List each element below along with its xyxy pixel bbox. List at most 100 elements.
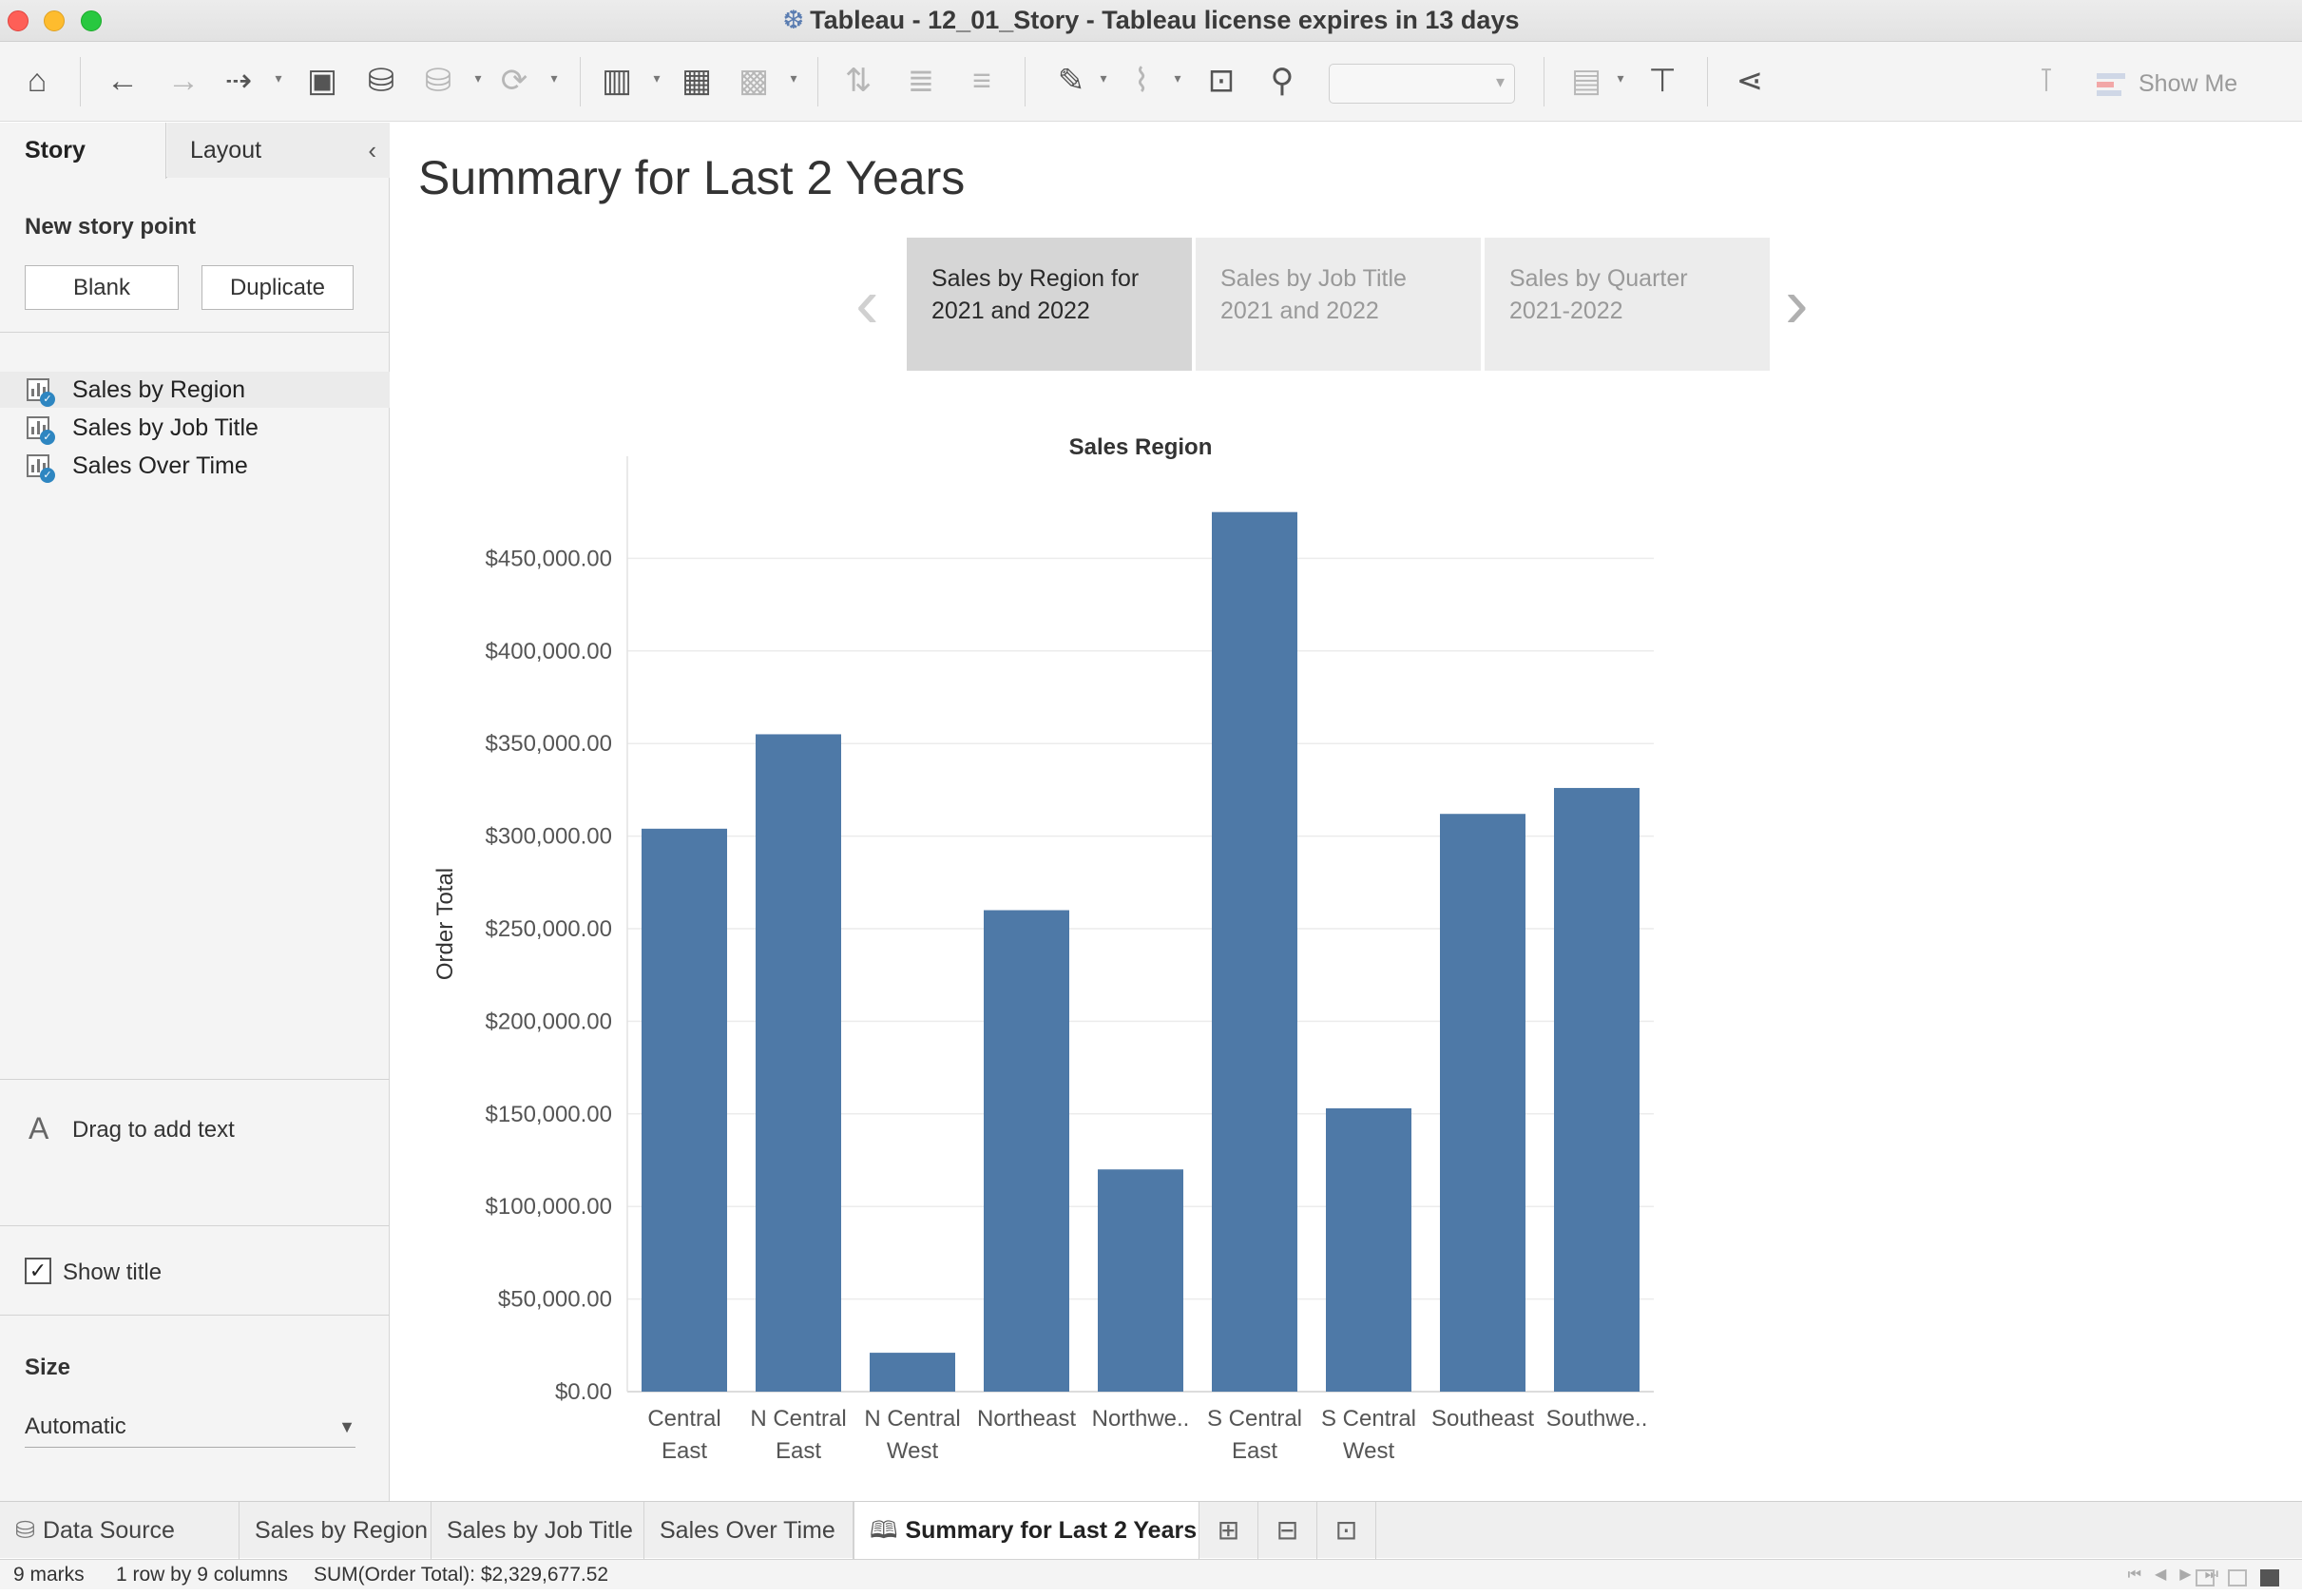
sheet-item-label: Sales by Region bbox=[72, 376, 246, 403]
y-tick-label: $300,000.00 bbox=[486, 824, 612, 850]
show-title-checkbox[interactable]: ✓ bbox=[25, 1258, 51, 1284]
bar[interactable] bbox=[1212, 511, 1297, 1392]
sheet-item-sales-by-job-title[interactable]: ✓ Sales by Job Title bbox=[0, 410, 390, 446]
pause-datasource-icon[interactable]: ⛁ bbox=[416, 59, 460, 103]
x-tick-label: Northeast bbox=[977, 1406, 1076, 1432]
bar[interactable] bbox=[1326, 1107, 1411, 1392]
fix-axes-icon[interactable]: ⚲ bbox=[1260, 59, 1304, 103]
show-me-button[interactable]: Show Me bbox=[2097, 63, 2237, 105]
status-bar: 9 marks 1 row by 9 columns SUM(Order Tot… bbox=[0, 1559, 2302, 1589]
story-point-caption: Sales by Region for bbox=[931, 265, 1140, 292]
redo-icon[interactable]: ⇢ bbox=[217, 59, 260, 103]
group-icon[interactable]: ⌇ bbox=[1120, 59, 1163, 103]
sort-descending-icon[interactable]: ≡ bbox=[960, 59, 1004, 103]
blank-button[interactable]: Blank bbox=[25, 265, 179, 310]
chevron-down-icon[interactable]: ▾ bbox=[1097, 70, 1110, 87]
story-pane: Story Layout ‹ New story point Blank Dup… bbox=[0, 123, 390, 1501]
duplicate-sheet-icon[interactable]: ▦ bbox=[675, 59, 719, 103]
clear-sheet-icon[interactable]: ▩ bbox=[732, 59, 776, 103]
chevron-down-icon[interactable]: ▾ bbox=[787, 70, 800, 87]
sheet-chart-icon: ✓ bbox=[27, 454, 55, 483]
sheet-item-sales-by-region[interactable]: ✓ Sales by Region bbox=[0, 372, 390, 408]
home-icon[interactable]: ⌂ bbox=[15, 59, 59, 103]
data-source-tab[interactable]: ⛁ Data Source bbox=[0, 1502, 240, 1559]
collapse-pane-icon[interactable]: ‹ bbox=[368, 123, 376, 178]
new-worksheet-icon[interactable]: ⊞ bbox=[1199, 1502, 1258, 1559]
save-icon[interactable]: ▣ bbox=[300, 59, 344, 103]
y-tick-label: $400,000.00 bbox=[486, 639, 612, 664]
chevron-down-icon[interactable]: ▾ bbox=[1171, 70, 1184, 87]
tab-layout[interactable]: Layout ‹ bbox=[167, 123, 390, 178]
tab-layout-label: Layout bbox=[190, 137, 262, 163]
fit-select[interactable] bbox=[1329, 64, 1515, 104]
story-book-icon: 🕮 bbox=[870, 1517, 898, 1544]
x-tick-label: N Central East bbox=[750, 1406, 846, 1464]
new-sheet-icon[interactable]: ▥ bbox=[595, 59, 639, 103]
show-title-label[interactable]: Show title bbox=[63, 1259, 162, 1286]
sheet-tab-sales-over-time[interactable]: Sales Over Time bbox=[644, 1502, 854, 1559]
sorter-icon[interactable] bbox=[2196, 1569, 2215, 1586]
drag-to-add-text[interactable]: Drag to add text bbox=[72, 1117, 235, 1144]
new-story-icon[interactable]: ⊡ bbox=[1317, 1502, 1376, 1559]
bar[interactable] bbox=[756, 734, 841, 1392]
swap-icon[interactable]: ⇅ bbox=[836, 59, 880, 103]
story-point-2[interactable]: Sales by Job Title 2021 and 2022 bbox=[1196, 238, 1481, 371]
chevron-down-icon[interactable]: ▾ bbox=[1614, 70, 1627, 87]
database-icon: ⛁ bbox=[15, 1517, 35, 1544]
chevron-down-icon[interactable]: ▾ bbox=[471, 70, 485, 87]
tabs-icon[interactable] bbox=[2260, 1569, 2279, 1586]
new-datasource-icon[interactable]: ⛁ bbox=[359, 59, 403, 103]
bar-chart-svg: Sales Region Order Total $0.00 $50,000.00… bbox=[432, 434, 1654, 1464]
y-tick-label: $100,000.00 bbox=[486, 1194, 612, 1220]
chart-title: Sales Region bbox=[1069, 434, 1213, 460]
x-tick-label: Northwe.. bbox=[1092, 1406, 1190, 1432]
rows-columns-count: 1 row by 9 columns bbox=[116, 1564, 288, 1586]
chevron-down-icon[interactable]: ▾ bbox=[547, 70, 561, 87]
x-tick-label: S Central East bbox=[1207, 1406, 1302, 1464]
chevron-down-icon[interactable]: ▾ bbox=[650, 70, 663, 87]
story-point-1[interactable]: Sales by Region for 2021 and 2022 bbox=[907, 238, 1192, 371]
presentation-icon[interactable]: ⊤ bbox=[1640, 59, 1684, 103]
text-object-icon[interactable]: A bbox=[29, 1111, 48, 1146]
y-tick-label: $0.00 bbox=[555, 1379, 612, 1405]
refresh-icon[interactable]: ⟳ bbox=[492, 59, 536, 103]
marks-count: 9 marks bbox=[13, 1564, 85, 1586]
sheet-item-label: Sales Over Time bbox=[72, 452, 248, 479]
back-icon[interactable]: ← bbox=[101, 59, 144, 103]
forward-icon[interactable]: → bbox=[162, 59, 205, 103]
labels-icon[interactable]: ⊡ bbox=[1199, 59, 1243, 103]
duplicate-button[interactable]: Duplicate bbox=[201, 265, 354, 310]
previous-story-point-arrow[interactable]: ‹ bbox=[855, 268, 879, 338]
sheet-tab-sales-by-job-title[interactable]: Sales by Job Title bbox=[432, 1502, 644, 1559]
chevron-down-icon[interactable]: ▾ bbox=[272, 70, 285, 87]
x-tick-label: Southwe.. bbox=[1546, 1406, 1648, 1432]
bar[interactable] bbox=[1554, 787, 1640, 1392]
x-tick-label: N Central West bbox=[864, 1406, 960, 1464]
story-tab-summary[interactable]: 🕮 Summary for Last 2 Years bbox=[854, 1502, 1199, 1559]
size-select[interactable]: Automatic ▼ bbox=[25, 1406, 355, 1448]
sales-region-chart: Sales Region Order Total $0.00 $50,000.00… bbox=[418, 418, 1673, 1488]
story-point-3[interactable]: Sales by Quarter 2021-2022 bbox=[1485, 238, 1770, 371]
bar[interactable] bbox=[1098, 1169, 1183, 1392]
tab-story[interactable]: Story bbox=[0, 123, 166, 179]
view-mode-icons[interactable] bbox=[2182, 1566, 2287, 1586]
bar[interactable] bbox=[1440, 814, 1525, 1392]
bar[interactable] bbox=[984, 910, 1069, 1392]
sheet-item-sales-over-time[interactable]: ✓ Sales Over Time bbox=[0, 448, 390, 484]
bar[interactable] bbox=[642, 828, 727, 1392]
x-tick-label: Southeast bbox=[1431, 1406, 1534, 1432]
story-title[interactable]: Summary for Last 2 Years bbox=[418, 150, 965, 205]
share-icon[interactable]: ⋖ bbox=[1728, 59, 1772, 103]
bar[interactable] bbox=[870, 1353, 955, 1392]
size-select-value: Automatic bbox=[25, 1413, 126, 1439]
tooltip-icon[interactable]: ⊺ bbox=[2024, 59, 2068, 103]
sort-ascending-icon[interactable]: ≣ bbox=[899, 59, 943, 103]
show-cards-icon[interactable]: ▤ bbox=[1564, 59, 1608, 103]
y-tick-label: $200,000.00 bbox=[486, 1009, 612, 1034]
x-tick-label: S Central West bbox=[1321, 1406, 1416, 1464]
sheet-tab-sales-by-region[interactable]: Sales by Region bbox=[240, 1502, 432, 1559]
highlight-icon[interactable]: ✎ bbox=[1049, 59, 1093, 103]
new-dashboard-icon[interactable]: ⊟ bbox=[1258, 1502, 1317, 1559]
next-story-point-arrow[interactable]: › bbox=[1785, 268, 1809, 338]
filmstrip-icon[interactable] bbox=[2228, 1569, 2247, 1586]
